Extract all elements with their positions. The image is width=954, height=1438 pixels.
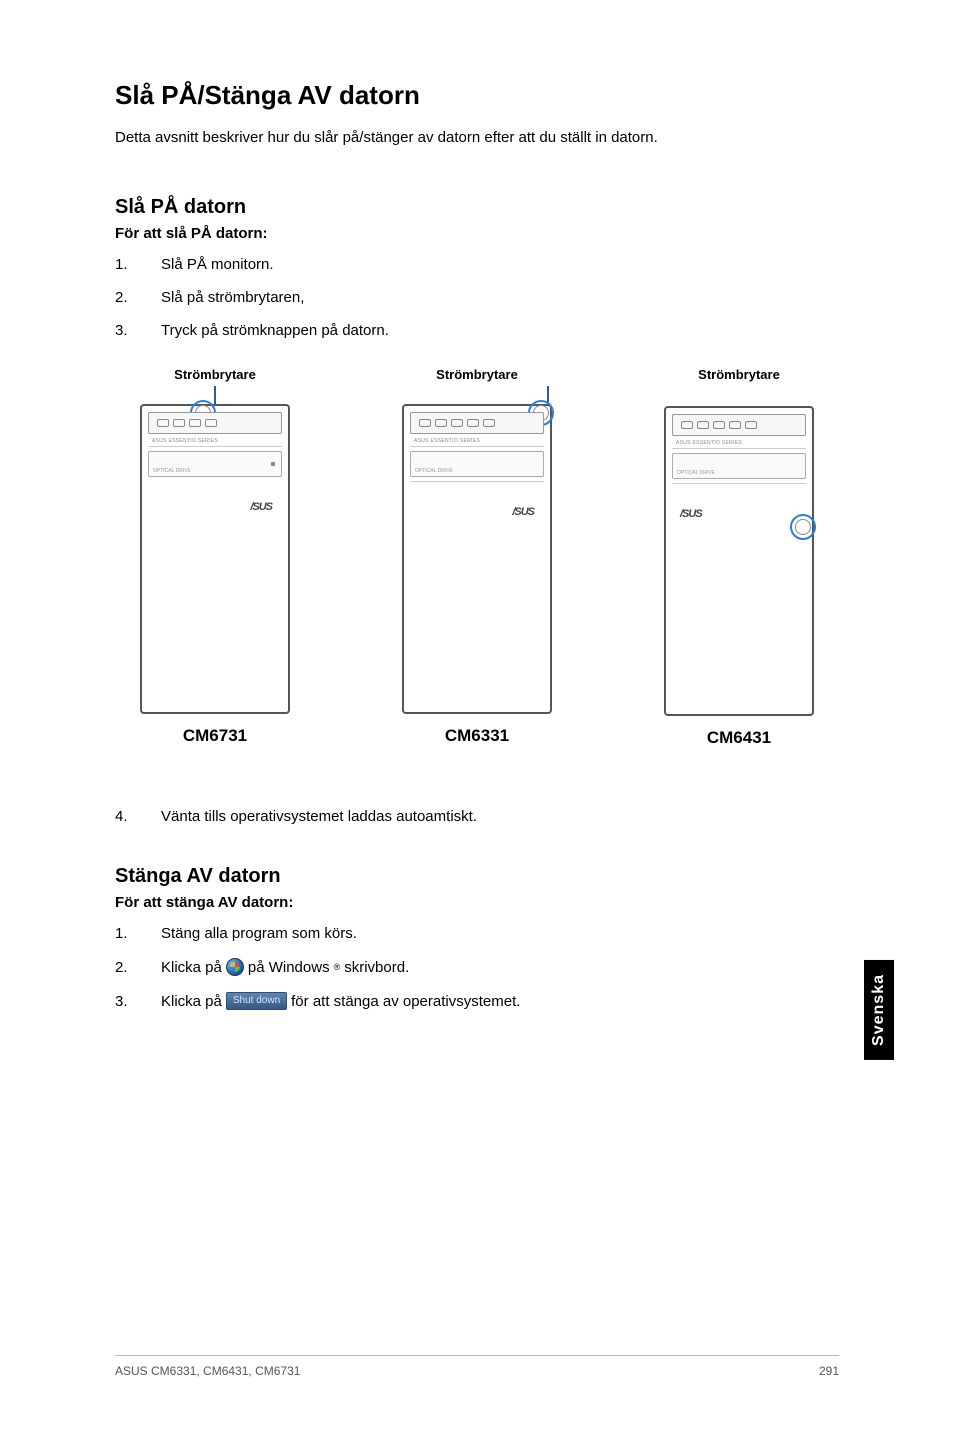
drive-label: OPTICAL DRIVE xyxy=(415,468,453,474)
intro-text: Detta avsnitt beskriver hur du slår på/s… xyxy=(115,129,839,146)
footer-page-number: 291 xyxy=(819,1364,839,1378)
list-item: 3. Klicka på Shut down för att stänga av… xyxy=(115,992,839,1010)
page-footer: ASUS CM6331, CM6431, CM6731 291 xyxy=(115,1355,839,1378)
power-button-highlight-icon xyxy=(790,514,816,540)
step-text-before: Klicka på xyxy=(161,959,222,976)
drive-label: OPTICAL DRIVE xyxy=(677,470,715,476)
step-text: Stäng alla program som körs. xyxy=(161,925,357,942)
step-number: 3. xyxy=(115,993,161,1010)
list-item: 4. Vänta tills operativsystemet laddas a… xyxy=(115,808,839,825)
pointer-line-icon xyxy=(214,386,216,404)
list-item: 1. Slå PÅ monitorn. xyxy=(115,256,839,273)
brand-small-text: ASUS ESSENTIO SERIES xyxy=(414,438,544,444)
section-off-subheading: För att stänga AV datorn: xyxy=(115,894,839,911)
steps-on-list: 1. Slå PÅ monitorn. 2. Slå på strömbryta… xyxy=(115,256,839,339)
step-number: 2. xyxy=(115,959,161,976)
windows-start-orb-icon xyxy=(226,958,244,976)
step-number: 2. xyxy=(115,289,161,306)
brand-small-text: ASUS ESSENTIO SERIES xyxy=(152,438,282,444)
list-item: 1. Stäng alla program som körs. xyxy=(115,925,839,942)
step-text: Slå på strömbrytaren, xyxy=(161,289,304,306)
registered-symbol: ® xyxy=(334,962,341,972)
diagram-cm6731: Strömbrytare ASUS ESSENTIO SERIES OPTICA… xyxy=(115,367,315,748)
step-text-after: för att stänga av operativsystemet. xyxy=(291,993,520,1010)
model-name: CM6731 xyxy=(183,726,247,746)
diagram-label: Strömbrytare xyxy=(174,367,256,382)
section-on-subheading: För att slå PÅ datorn: xyxy=(115,225,839,242)
page-title: Slå PÅ/Stänga AV datorn xyxy=(115,80,839,111)
brand-logo-icon: /SUS xyxy=(672,508,806,520)
step-text-after-2: skrivbord. xyxy=(344,959,409,976)
brand-logo-icon: /SUS xyxy=(148,501,282,513)
step-4-list: 4. Vänta tills operativsystemet laddas a… xyxy=(115,808,839,825)
drive-label: OPTICAL DRIVE xyxy=(153,468,191,474)
model-name: CM6431 xyxy=(707,728,771,748)
step-text: Vänta tills operativsystemet laddas auto… xyxy=(161,808,477,825)
brand-logo-icon: /SUS xyxy=(410,506,544,518)
shutdown-button-icon: Shut down xyxy=(226,992,287,1010)
footer-left: ASUS CM6331, CM6431, CM6731 xyxy=(115,1364,300,1378)
section-on-heading: Slå PÅ datorn xyxy=(115,196,839,219)
language-side-tab: Svenska xyxy=(864,960,894,1060)
tower-illustration: ASUS ESSENTIO SERIES OPTICAL DRIVE /SUS xyxy=(402,404,552,714)
step-text-after: på Windows xyxy=(248,959,330,976)
list-item: 2. Klicka på på Windows ® skrivbord. xyxy=(115,958,839,976)
step-text-before: Klicka på xyxy=(161,993,222,1010)
diagram-row: Strömbrytare ASUS ESSENTIO SERIES OPTICA… xyxy=(115,367,839,748)
brand-small-text: ASUS ESSENTIO SERIES xyxy=(676,440,806,446)
model-name: CM6331 xyxy=(445,726,509,746)
diagram-label: Strömbrytare xyxy=(698,367,780,382)
tower-illustration: ASUS ESSENTIO SERIES OPTICAL DRIVE /SUS xyxy=(664,406,814,716)
step-number: 1. xyxy=(115,925,161,942)
diagram-cm6331: Strömbrytare ASUS ESSENTIO SERIES OPTICA… xyxy=(377,367,577,748)
list-item: 3. Tryck på strömknappen på datorn. xyxy=(115,322,839,339)
section-off-heading: Stänga AV datorn xyxy=(115,865,839,888)
step-text: Tryck på strömknappen på datorn. xyxy=(161,322,389,339)
step-number: 4. xyxy=(115,808,161,825)
list-item: 2. Slå på strömbrytaren, xyxy=(115,289,839,306)
steps-off-list: 1. Stäng alla program som körs. 2. Klick… xyxy=(115,925,839,1010)
step-number: 1. xyxy=(115,256,161,273)
tower-illustration: ASUS ESSENTIO SERIES OPTICAL DRIVE /SUS xyxy=(140,404,290,714)
diagram-label: Strömbrytare xyxy=(436,367,518,382)
diagram-cm6431: Strömbrytare ASUS ESSENTIO SERIES OPTICA… xyxy=(639,367,839,748)
step-text: Slå PÅ monitorn. xyxy=(161,256,274,273)
step-number: 3. xyxy=(115,322,161,339)
